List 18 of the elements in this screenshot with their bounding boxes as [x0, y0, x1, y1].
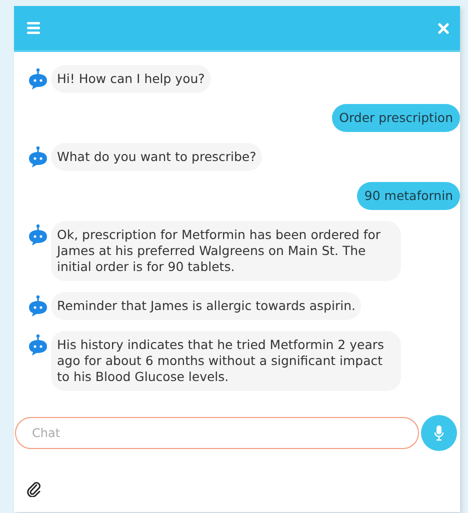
bot-message: His history indicates that he tried Metformin 2 years ago for about 6 months without a significant impact to his Blood Glucose levels.: [51, 331, 401, 391]
microphone-button[interactable]: [421, 415, 457, 451]
close-icon[interactable]: [438, 22, 449, 34]
bot-message: Ok, prescription for Metformin has been ordered for James at his preferred Walgreens on Main St. The initial order is for 90 tablets.: [51, 221, 401, 281]
user-message: Order prescription: [332, 104, 460, 132]
microphone-icon: [434, 425, 444, 441]
robot-icon: [28, 146, 48, 168]
menu-icon[interactable]: [27, 22, 40, 34]
bot-message: Reminder that James is allergic towards aspirin.: [51, 292, 362, 320]
user-message: 90 metafornin: [357, 182, 460, 210]
chat-input[interactable]: Chat: [15, 417, 419, 449]
robot-icon: [28, 68, 48, 90]
paperclip-icon[interactable]: [27, 481, 41, 497]
bot-message: Hi! How can I help you?: [51, 65, 211, 93]
robot-icon: [28, 334, 48, 356]
robot-icon: [28, 224, 48, 246]
robot-icon: [28, 295, 48, 317]
bot-message: What do you want to prescribe?: [51, 143, 262, 171]
